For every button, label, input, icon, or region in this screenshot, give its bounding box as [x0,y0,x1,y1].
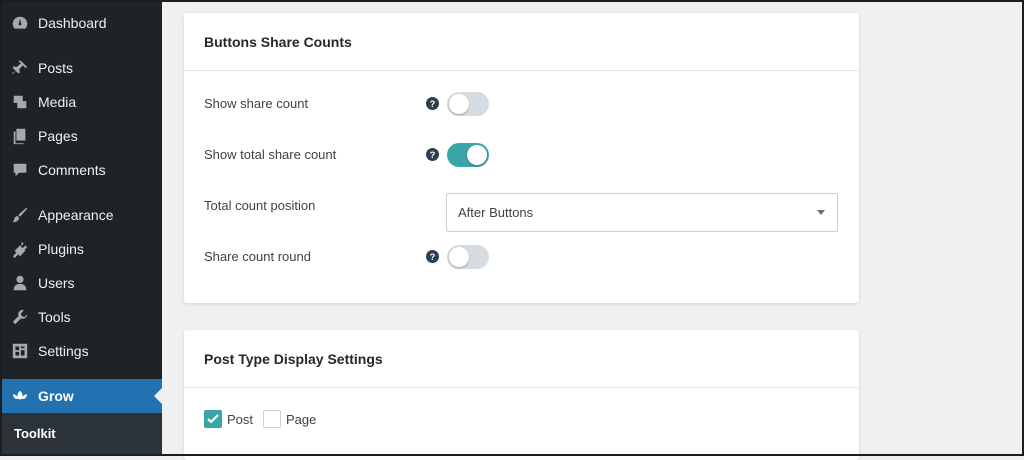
submenu-item-toolkit[interactable]: Toolkit [14,426,56,441]
sidebar-item-plugins[interactable]: Plugins [0,232,162,266]
sidebar-item-label: Comments [38,162,106,178]
user-icon [10,273,30,293]
sidebar-item-settings[interactable]: Settings [0,334,162,368]
share-count-round-toggle[interactable] [447,245,489,269]
grow-lotus-icon [10,386,30,406]
sidebar-item-label: Grow [38,388,74,404]
sidebar-item-label: Dashboard [38,15,107,31]
total-count-position-select[interactable]: After Buttons [446,193,838,232]
admin-sidebar: Dashboard Posts Media Pages Comments App… [0,0,162,456]
sidebar-item-label: Plugins [38,241,84,257]
sidebar-item-users[interactable]: Users [0,266,162,300]
sidebar-item-label: Posts [38,60,74,76]
sidebar-item-label: Settings [38,343,89,359]
sidebar-item-comments[interactable]: Comments [0,153,162,187]
card-title: Post Type Display Settings [184,330,859,388]
sidebar-item-pages[interactable]: Pages [0,119,162,153]
show-total-share-count-label: Show total share count [204,147,337,162]
sidebar-item-label: Tools [38,309,71,325]
sidebar-item-posts[interactable]: Posts [0,51,162,85]
help-icon[interactable]: ? [426,148,439,161]
sidebar-item-label: Appearance [38,207,114,223]
toggle-knob [449,247,469,267]
pages-icon [10,126,30,146]
media-icon [10,92,30,112]
active-indicator-arrow [154,388,162,404]
sidebar-item-dashboard[interactable]: Dashboard [0,6,162,40]
help-icon[interactable]: ? [426,97,439,110]
page-checkbox-label: Page [286,412,317,427]
share-counts-card: Buttons Share Counts Show share count ? … [184,13,859,303]
select-value: After Buttons [458,205,534,220]
sidebar-item-label: Media [38,94,77,110]
comment-icon [10,160,30,180]
show-total-share-count-toggle[interactable] [447,143,489,167]
sidebar-item-appearance[interactable]: Appearance [0,198,162,232]
share-count-round-label: Share count round [204,249,311,264]
brush-icon [10,205,30,225]
sidebar-item-grow[interactable]: Grow [0,379,162,413]
sidebar-item-label: Pages [38,128,78,144]
show-share-count-label: Show share count [204,96,309,111]
checkmark-icon [207,414,219,424]
sidebar-item-tools[interactable]: Tools [0,300,162,334]
dashboard-icon [10,13,30,33]
sidebar-item-media[interactable]: Media [0,85,162,119]
show-share-count-toggle[interactable] [447,92,489,116]
page-checkbox[interactable] [263,410,281,428]
chevron-down-icon [817,210,825,215]
post-type-card: Post Type Display Settings Post Page [184,330,859,460]
pin-icon [10,58,30,78]
toggle-knob [467,145,487,165]
sidebar-item-label: Users [38,275,75,291]
card-title: Buttons Share Counts [184,13,859,71]
plugin-icon [10,239,30,259]
help-icon[interactable]: ? [426,250,439,263]
post-checkbox-label: Post [227,412,254,427]
wrench-icon [10,307,30,327]
toggle-knob [449,94,469,114]
grow-submenu: Toolkit [0,413,162,456]
settings-icon [10,341,30,361]
post-checkbox[interactable] [204,410,222,428]
total-count-position-label: Total count position [204,198,316,213]
